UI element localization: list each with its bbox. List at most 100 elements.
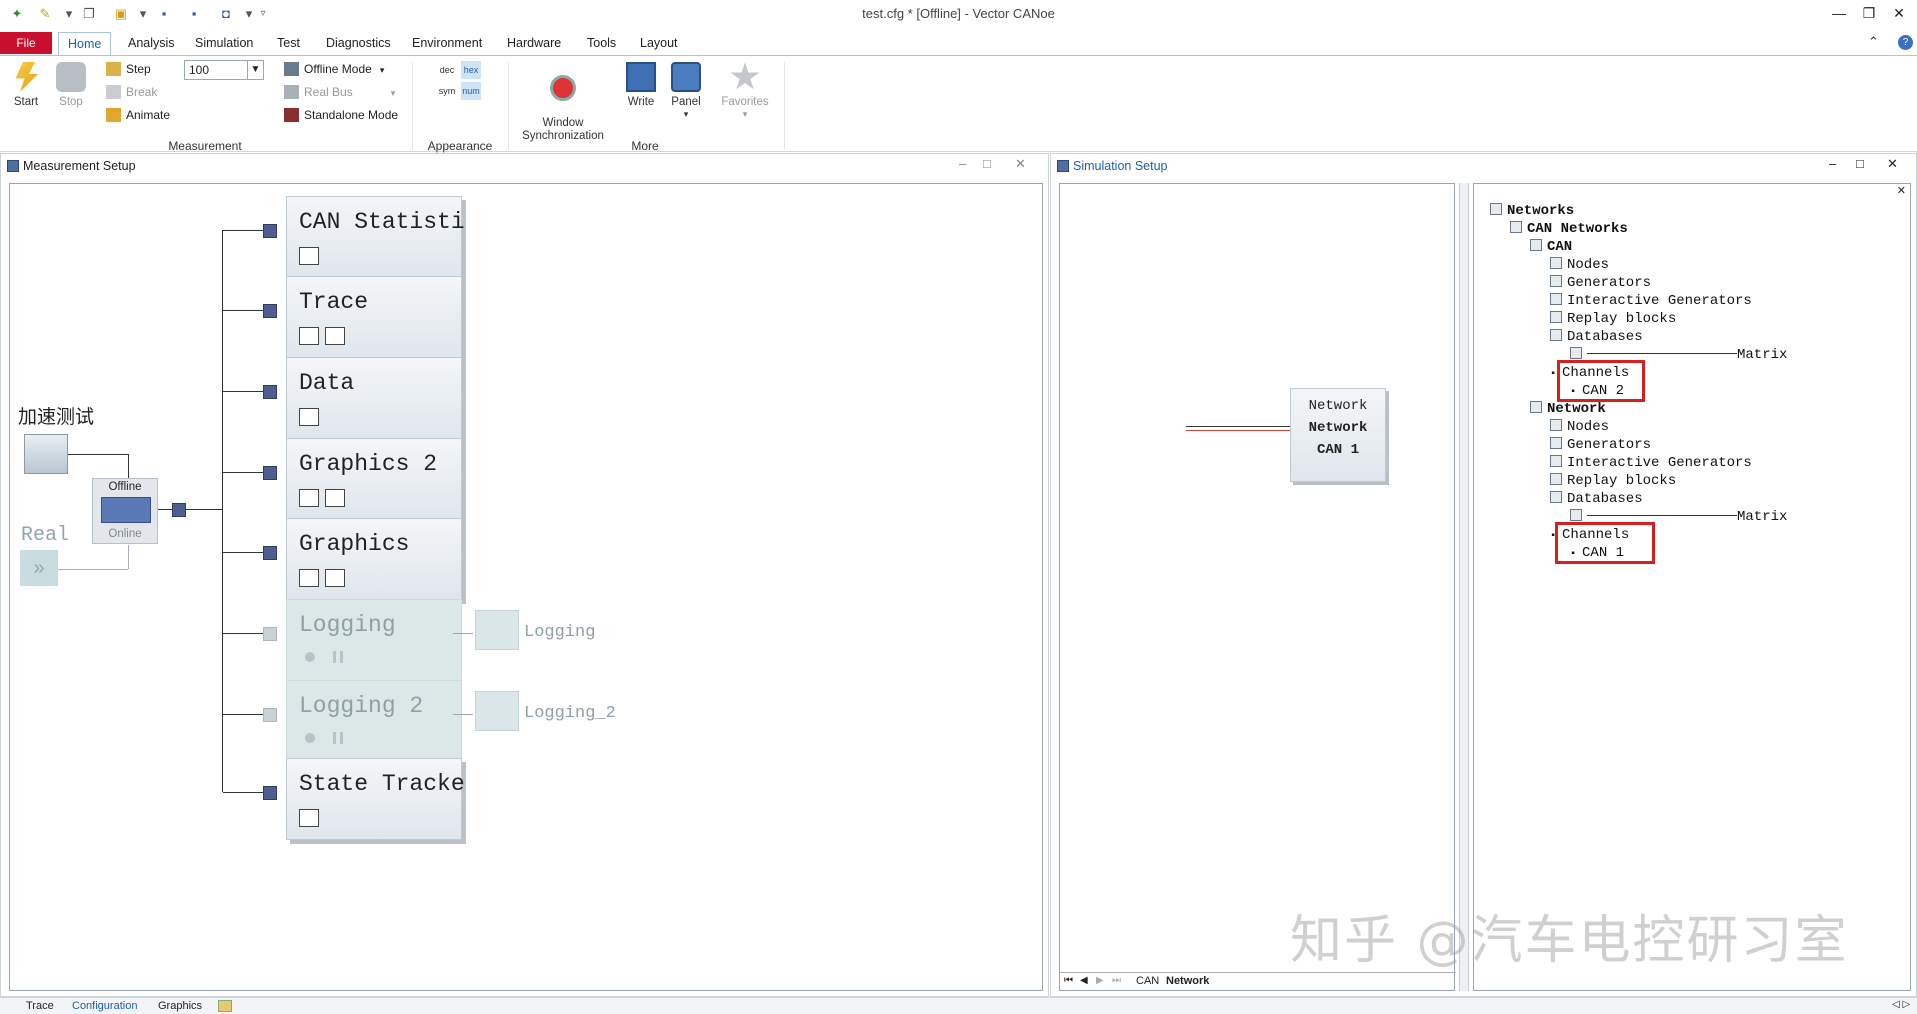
next-tab-icon[interactable]: ▶ <box>1096 975 1104 986</box>
desktop-tab-graphics[interactable]: Graphics <box>152 999 208 1014</box>
tree-network-databases[interactable]: Databases <box>1550 490 1643 508</box>
minimize-icon[interactable]: – <box>959 156 966 171</box>
data-window-icon[interactable] <box>299 408 319 426</box>
file-menu[interactable]: File <box>0 32 52 54</box>
animate-button[interactable]: Animate <box>106 105 170 125</box>
animation-speed-select[interactable]: 100 ▼ <box>184 60 264 80</box>
format-dec-toggle[interactable]: dec <box>437 61 457 79</box>
online-offline-switch[interactable]: Offline Online <box>92 478 158 544</box>
tab-hardware[interactable]: Hardware <box>498 32 570 54</box>
standalone-mode-button[interactable]: Standalone Mode <box>284 105 398 125</box>
scroll-arrows-icon[interactable]: ◁ ▷ <box>1892 999 1910 1010</box>
switch-output-port[interactable] <box>172 503 186 517</box>
tree-network[interactable]: Network <box>1530 400 1606 418</box>
logging-2-file-icon[interactable] <box>475 691 519 731</box>
filter-icon[interactable] <box>299 489 319 507</box>
folder-icon[interactable] <box>24 434 68 474</box>
block-graphics-2[interactable]: Graphics 2 <box>286 438 462 520</box>
maximize-icon[interactable]: □ <box>983 156 991 171</box>
state-tracker-window-icon[interactable] <box>299 809 319 827</box>
trace-window-icon[interactable] <box>325 327 345 345</box>
stop-button[interactable]: Stop <box>55 62 87 108</box>
statistics-window-icon[interactable] <box>299 247 319 265</box>
filter-icon[interactable] <box>299 569 319 587</box>
tree-can-nodes[interactable]: Nodes <box>1550 256 1609 274</box>
tree-can-generators[interactable]: Generators <box>1550 274 1651 292</box>
block-logging[interactable]: Logging <box>286 599 462 681</box>
last-tab-icon[interactable]: ⏭ <box>1112 975 1121 986</box>
minimize-icon[interactable]: — <box>1824 5 1854 25</box>
favorites-button[interactable]: Favorites ▾ <box>720 62 770 120</box>
tree-network-replay-blocks[interactable]: Replay blocks <box>1550 472 1676 490</box>
graphics-window-icon[interactable] <box>325 489 345 507</box>
tab-diagnostics[interactable]: Diagnostics <box>317 32 400 54</box>
pause-icon[interactable] <box>333 732 343 744</box>
tab-network[interactable]: Network <box>1166 975 1209 987</box>
prev-tab-icon[interactable]: ◀ <box>1080 975 1088 986</box>
maximize-icon[interactable]: □ <box>1856 156 1864 171</box>
block-data[interactable]: Data <box>286 357 462 439</box>
record-icon[interactable] <box>305 652 315 662</box>
graphics-2-port[interactable] <box>263 466 277 480</box>
network-node-block[interactable]: Network Network CAN 1 <box>1290 388 1386 482</box>
break-button[interactable]: Break <box>106 82 157 102</box>
close-icon[interactable]: ✕ <box>1884 5 1914 25</box>
tree-can-replay-blocks[interactable]: Replay blocks <box>1550 310 1676 328</box>
block-can-statistics[interactable]: CAN Statisti <box>286 196 465 278</box>
block-trace[interactable]: Trace <box>286 276 462 358</box>
real-bus-source-icon[interactable]: » <box>20 550 58 586</box>
tab-test[interactable]: Test <box>268 32 309 54</box>
pause-icon[interactable] <box>333 651 343 663</box>
graphics-window-icon[interactable] <box>325 569 345 587</box>
restore-icon[interactable]: ❐ <box>1854 5 1884 25</box>
tree-can[interactable]: CAN <box>1530 238 1572 256</box>
tab-layout[interactable]: Layout <box>631 32 687 54</box>
step-button[interactable]: Step <box>106 59 151 79</box>
tab-home[interactable]: Home <box>58 32 112 56</box>
tab-analysis[interactable]: Analysis <box>119 32 184 54</box>
format-sym-toggle[interactable]: sym <box>437 82 457 100</box>
block-graphics[interactable]: Graphics <box>286 518 462 600</box>
tree-network-generators[interactable]: Generators <box>1550 436 1651 454</box>
tree-can-databases[interactable]: Databases <box>1550 328 1643 346</box>
tab-tools[interactable]: Tools <box>578 32 625 54</box>
logging-port[interactable] <box>263 627 277 641</box>
format-num-toggle[interactable]: num <box>461 82 481 100</box>
help-icon[interactable]: ? <box>1898 35 1913 50</box>
new-desktop-icon[interactable] <box>218 1000 232 1012</box>
tree-can-networks[interactable]: CAN Networks <box>1510 220 1628 238</box>
block-state-tracker[interactable]: State Tracke <box>286 758 465 840</box>
state-tracker-port[interactable] <box>263 786 277 800</box>
first-tab-icon[interactable]: ⏮ <box>1064 975 1073 986</box>
tab-can[interactable]: CAN <box>1136 975 1159 987</box>
window-sync-button[interactable]: Window Synchronization <box>518 62 608 143</box>
logging-file-icon[interactable] <box>475 610 519 650</box>
splitter[interactable] <box>1459 183 1469 991</box>
tree-network-nodes[interactable]: Nodes <box>1550 418 1609 436</box>
write-button[interactable]: Write <box>623 62 659 108</box>
logging-2-port[interactable] <box>263 708 277 722</box>
close-icon[interactable]: ✕ <box>1887 156 1898 172</box>
close-icon[interactable]: ✕ <box>1015 156 1026 172</box>
block-logging-2[interactable]: Logging 2 <box>286 680 462 762</box>
filter-icon[interactable] <box>299 327 319 345</box>
start-button[interactable]: Start <box>10 62 42 108</box>
minimize-icon[interactable]: – <box>1829 156 1836 171</box>
collapse-ribbon-icon[interactable]: ⌃ <box>1868 34 1879 50</box>
tree-network-interactive-generators[interactable]: Interactive Generators <box>1550 454 1752 472</box>
record-icon[interactable] <box>305 733 315 743</box>
tree-networks[interactable]: Networks <box>1490 202 1574 220</box>
offline-mode-button[interactable]: Offline Mode ▾ <box>284 59 384 79</box>
desktop-tab-trace[interactable]: Trace <box>20 999 60 1014</box>
trace-port[interactable] <box>263 304 277 318</box>
panel-button[interactable]: Panel ▾ <box>668 62 704 120</box>
format-hex-toggle[interactable]: hex <box>461 61 481 79</box>
data-port[interactable] <box>263 385 277 399</box>
desktop-tab-configuration[interactable]: Configuration <box>66 999 143 1014</box>
tab-simulation[interactable]: Simulation <box>186 32 262 54</box>
close-tree-icon[interactable]: ✕ <box>1897 184 1906 197</box>
graphics-port[interactable] <box>263 546 277 560</box>
tab-environment[interactable]: Environment <box>403 32 491 54</box>
tree-can-interactive-generators[interactable]: Interactive Generators <box>1550 292 1752 310</box>
real-bus-button[interactable]: Real Bus ▾ <box>284 82 395 102</box>
